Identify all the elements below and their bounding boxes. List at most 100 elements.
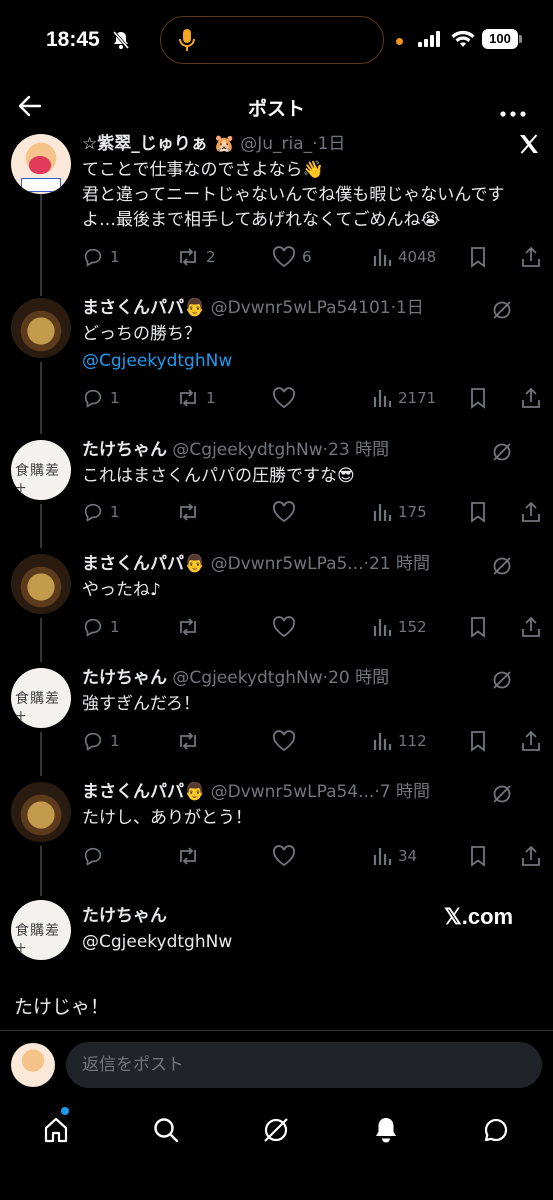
bell-muted-icon [112, 30, 130, 54]
tab-notifications[interactable] [366, 1110, 406, 1150]
view-count: 112 [398, 732, 427, 750]
repost-button[interactable]: 2 [176, 243, 216, 271]
post-meta: たけちゃん @CgjeekydtghNw·20 時間 [82, 666, 493, 690]
grok-icon[interactable] [491, 299, 513, 321]
avatar[interactable] [11, 134, 71, 194]
like-button[interactable]: 6 [272, 243, 312, 271]
post-time: 1日 [395, 298, 424, 318]
post-time: 7 時間 [379, 782, 430, 802]
share-button[interactable] [520, 613, 548, 641]
reply-button[interactable]: 1 [82, 613, 120, 641]
display-name[interactable]: まさくんパパ👨 [82, 298, 205, 318]
status-bar: 18:45 100 [0, 0, 553, 80]
post-actions: 1 175 [82, 498, 544, 526]
avatar[interactable] [11, 782, 71, 842]
views-button[interactable]: 2171 [372, 384, 436, 412]
repost-button[interactable] [176, 842, 206, 870]
share-button[interactable] [520, 384, 548, 412]
like-button[interactable] [272, 498, 302, 526]
display-name[interactable]: たけちゃん [82, 668, 167, 688]
tab-grok[interactable] [256, 1110, 296, 1150]
user-handle[interactable]: @Dvwnr5wLPa54... [211, 782, 375, 802]
views-button[interactable]: 175 [372, 498, 427, 526]
share-button[interactable] [520, 498, 548, 526]
user-handle[interactable]: @CgjeekydtghNw [172, 668, 322, 688]
tab-home[interactable] [36, 1110, 76, 1150]
share-button[interactable] [520, 727, 548, 755]
post-actions: 1 1 2171 [82, 384, 544, 412]
repost-icon [180, 248, 196, 266]
post-meta: たけちゃん @CgjeekydtghNw·23 時間 [82, 438, 493, 462]
avatar[interactable]: 食購差 + [11, 668, 71, 728]
avatar[interactable] [11, 298, 71, 358]
user-handle[interactable]: @Dvwnr5wLPa5... [211, 554, 364, 574]
repost-button[interactable] [176, 498, 206, 526]
bookmark-button[interactable] [468, 498, 494, 526]
share-icon [522, 501, 540, 522]
cellular-signal-icon [418, 31, 442, 51]
view-count: 4048 [398, 248, 437, 266]
display-name[interactable]: まさくんパパ👨 [82, 554, 205, 574]
repost-icon [180, 389, 196, 407]
grok-icon[interactable] [491, 555, 513, 577]
home-icon [44, 1117, 68, 1143]
avatar[interactable] [11, 554, 71, 614]
views-button[interactable]: 112 [372, 727, 427, 755]
dynamic-island [160, 16, 384, 64]
views-button[interactable]: 34 [372, 842, 417, 870]
share-button[interactable] [520, 243, 548, 271]
bookmark-button[interactable] [468, 384, 494, 412]
thread-post[interactable]: まさくんパパ👨 @Dvwnr5wLPa5...·21 時間 やったね♪ 1 15… [0, 552, 553, 652]
like-button[interactable] [272, 613, 302, 641]
share-button[interactable] [520, 842, 548, 870]
like-button[interactable] [272, 727, 302, 755]
mention-link[interactable]: @CgjeekydtghNw [82, 349, 493, 374]
avatar[interactable]: 食購差 + [11, 900, 71, 960]
more-options-icon[interactable] [500, 102, 526, 121]
display-name[interactable]: まさくんパパ👨 [82, 782, 205, 802]
grok-icon[interactable] [491, 669, 513, 691]
grok-icon [264, 1118, 288, 1142]
reply-button[interactable]: 1 [82, 243, 120, 271]
reply-button[interactable]: 1 [82, 384, 120, 412]
reply-button[interactable]: 1 [82, 498, 120, 526]
views-icon [373, 733, 392, 750]
like-button[interactable] [272, 842, 302, 870]
my-avatar[interactable] [11, 1043, 55, 1087]
thread-post[interactable]: 食購差 + たけちゃん @CgjeekydtghNw·23 時間 これはまさくん… [0, 438, 553, 538]
views-button[interactable]: 152 [372, 613, 427, 641]
user-handle[interactable]: @Dvwnr5wLPa54101 [211, 298, 391, 318]
user-handle[interactable]: @Ju_ria_ [240, 134, 312, 154]
repost-button[interactable] [176, 613, 206, 641]
user-handle[interactable]: @CgjeekydtghNw [82, 930, 539, 954]
heart-outline-icon [272, 387, 296, 409]
like-button[interactable] [272, 384, 302, 412]
bookmark-icon [471, 731, 485, 752]
reply-button[interactable] [82, 842, 110, 870]
tab-search[interactable] [146, 1110, 186, 1150]
post-actions: 1 112 [82, 727, 544, 755]
avatar[interactable]: 食購差 + [11, 440, 71, 500]
privacy-indicator-dot [396, 38, 403, 45]
tab-messages[interactable] [476, 1110, 516, 1150]
bookmark-button[interactable] [468, 613, 494, 641]
display-name[interactable]: たけちゃん [82, 440, 167, 460]
reply-button[interactable]: 1 [82, 727, 120, 755]
views-icon [373, 390, 392, 407]
x-logo-icon [517, 132, 541, 160]
grok-icon[interactable] [491, 783, 513, 805]
user-handle[interactable]: @CgjeekydtghNw [172, 440, 322, 460]
reply-input[interactable]: 返信をポスト [66, 1042, 542, 1088]
bookmark-button[interactable] [468, 842, 494, 870]
grok-icon[interactable] [491, 441, 513, 463]
thread-post[interactable]: まさくんパパ👨 @Dvwnr5wLPa54...·7 時間 たけし、ありがとう！… [0, 780, 553, 880]
thread-post[interactable]: まさくんパパ👨 @Dvwnr5wLPa54101·1日 どっちの勝ち？ @Cgj… [0, 296, 553, 420]
views-button[interactable]: 4048 [372, 243, 436, 271]
display-name[interactable]: ☆紫翠_じゅりぁ 🐹 [82, 134, 235, 154]
bookmark-button[interactable] [468, 727, 494, 755]
repost-button[interactable] [176, 727, 206, 755]
thread-post[interactable]: ☆紫翠_じゅりぁ 🐹 @Ju_ria_·1日 てことで仕事なのでさよなら👋 君と… [0, 132, 553, 280]
thread-post[interactable]: 食購差 + たけちゃん @CgjeekydtghNw·20 時間 強すぎんだろ！… [0, 666, 553, 766]
repost-button[interactable]: 1 [176, 384, 216, 412]
bookmark-button[interactable] [468, 243, 494, 271]
